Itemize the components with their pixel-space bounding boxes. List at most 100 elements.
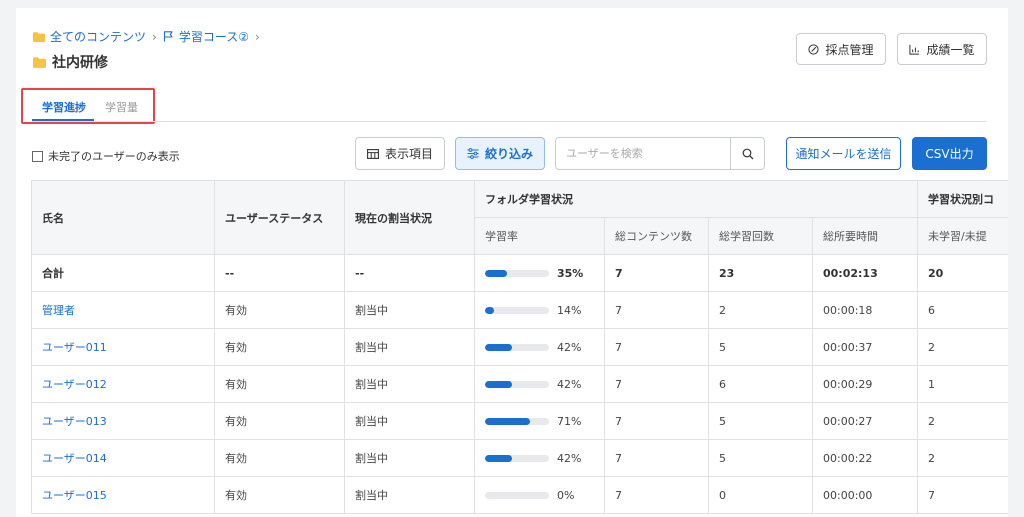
progress-bar	[485, 417, 549, 425]
incomplete-only-checkbox[interactable]	[32, 150, 43, 162]
chevron-right-icon: ›	[152, 29, 157, 44]
col-header-rate[interactable]: 学習率	[474, 217, 605, 255]
table-row: ユーザー014 有効 割当中 42% 7 5 00:00:22 2	[31, 439, 1008, 477]
search-button[interactable]	[730, 138, 764, 169]
time-cell: 00:00:00	[812, 476, 918, 514]
breadcrumb-root[interactable]: 全てのコンテンツ	[33, 28, 146, 45]
user-name-link[interactable]: ユーザー013	[42, 415, 107, 428]
unlearned-cell: 6	[917, 291, 1008, 329]
sessions-cell: 5	[708, 328, 813, 366]
unlearned-cell: 1	[917, 365, 1008, 403]
contents-cell: 7	[604, 402, 709, 440]
tabs-divider	[32, 121, 987, 122]
total-rate-cell: 35%	[474, 254, 605, 292]
col-header-user-status[interactable]: ユーザーステータス	[214, 180, 345, 255]
progress-bar-fill	[485, 380, 512, 388]
folder-icon	[33, 31, 45, 42]
user-status-cell: 有効	[214, 291, 345, 329]
sessions-cell: 0	[708, 476, 813, 514]
total-label: 合計	[31, 254, 215, 292]
user-status-cell: 有効	[214, 402, 345, 440]
user-name-cell: ユーザー015	[31, 476, 215, 514]
progress-bar	[485, 269, 549, 277]
send-notification-mail-button[interactable]: 通知メールを送信	[786, 137, 901, 170]
user-name-cell: ユーザー011	[31, 328, 215, 366]
table-row: ユーザー012 有効 割当中 42% 7 6 00:00:29 1	[31, 365, 1008, 403]
rate-value: 42%	[557, 451, 582, 465]
display-columns-label: 表示項目	[384, 147, 433, 161]
total-time: 00:02:13	[812, 254, 918, 292]
grading-icon	[808, 43, 820, 55]
filter-button[interactable]: 絞り込み	[455, 137, 545, 170]
assignment-cell: 割当中	[344, 291, 475, 329]
user-name-link[interactable]: 管理者	[42, 304, 75, 317]
user-name-cell: 管理者	[31, 291, 215, 329]
time-cell: 00:00:37	[812, 328, 918, 366]
contents-cell: 7	[604, 365, 709, 403]
user-status-cell: 有効	[214, 476, 345, 514]
progress-bar	[485, 306, 549, 314]
page-title: 社内研修	[33, 52, 108, 72]
assignment-cell: 割当中	[344, 402, 475, 440]
sessions-cell: 2	[708, 291, 813, 329]
user-name-link[interactable]: ユーザー015	[42, 489, 107, 502]
user-name-link[interactable]: ユーザー012	[42, 378, 107, 391]
progress-bar	[485, 491, 549, 499]
col-group-status-breakdown: 学習状況別コ	[917, 180, 1008, 218]
col-header-assignment[interactable]: 現在の割当状況	[344, 180, 475, 255]
rate-cell: 42%	[474, 439, 605, 477]
col-group-folder-status: フォルダ学習状況	[474, 180, 918, 218]
grading-management-label: 採点管理	[825, 42, 874, 57]
unlearned-cell: 2	[917, 328, 1008, 366]
grades-list-button[interactable]: 成績一覧	[897, 33, 987, 65]
progress-bar-fill	[485, 269, 508, 277]
assignment-cell: 割当中	[344, 439, 475, 477]
rate-value: 42%	[557, 340, 582, 354]
tab-learning-progress[interactable]: 学習進捗	[42, 99, 86, 115]
display-columns-button[interactable]: 表示項目	[355, 137, 445, 170]
col-header-name[interactable]: 氏名	[31, 180, 215, 255]
col-header-total-contents[interactable]: 総コンテンツ数	[604, 217, 709, 255]
chevron-right-icon: ›	[255, 29, 260, 44]
table-total-row: 合計 -- -- 35% 7 23 00:02:13 20	[31, 254, 1008, 292]
contents-cell: 7	[604, 439, 709, 477]
unlearned-cell: 2	[917, 402, 1008, 440]
flag-icon	[163, 31, 173, 42]
folder-icon	[33, 56, 46, 68]
csv-export-button[interactable]: CSV出力	[912, 137, 987, 170]
rate-cell: 42%	[474, 365, 605, 403]
tab-learning-volume[interactable]: 学習量	[105, 99, 138, 115]
breadcrumb-root-label: 全てのコンテンツ	[50, 30, 147, 44]
progress-table: 氏名 ユーザーステータス 現在の割当状況 フォルダ学習状況 学習状況別コ 学習率…	[31, 180, 1008, 514]
col-header-total-time[interactable]: 総所要時間	[812, 217, 918, 255]
total-status: --	[214, 254, 345, 292]
progress-bar-fill	[485, 454, 512, 462]
unlearned-cell: 2	[917, 439, 1008, 477]
col-header-unlearned[interactable]: 未学習/未提	[917, 217, 1008, 255]
incomplete-only-toggle[interactable]: 未完了のユーザーのみ表示	[32, 148, 180, 164]
assignment-cell: 割当中	[344, 328, 475, 366]
user-name-cell: ユーザー014	[31, 439, 215, 477]
incomplete-only-label: 未完了のユーザーのみ表示	[48, 150, 180, 163]
table-columns-icon	[367, 148, 379, 159]
user-search-input[interactable]	[556, 138, 730, 169]
filter-label: 絞り込み	[484, 147, 533, 161]
user-name-link[interactable]: ユーザー011	[42, 341, 107, 354]
rate-cell: 71%	[474, 402, 605, 440]
progress-table-container[interactable]: 氏名 ユーザーステータス 現在の割当状況 フォルダ学習状況 学習状況別コ 学習率…	[31, 180, 1008, 517]
table-row: 管理者 有効 割当中 14% 7 2 00:00:18 6	[31, 291, 1008, 329]
table-row: ユーザー015 有効 割当中 0% 7 0 00:00:00 7	[31, 476, 1008, 514]
col-header-total-sessions[interactable]: 総学習回数	[708, 217, 813, 255]
search-icon	[742, 148, 753, 159]
total-sessions: 23	[708, 254, 813, 292]
contents-cell: 7	[604, 328, 709, 366]
rate-value: 14%	[557, 303, 582, 317]
grading-management-button[interactable]: 採点管理	[796, 33, 886, 65]
table-header-row: 氏名 ユーザーステータス 現在の割当状況 フォルダ学習状況 学習状況別コ	[31, 180, 1008, 255]
rate-cell: 42%	[474, 328, 605, 366]
progress-bar-fill	[485, 417, 531, 425]
breadcrumb-course[interactable]: 学習コース②	[163, 28, 249, 45]
user-name-link[interactable]: ユーザー014	[42, 452, 107, 465]
grades-list-label: 成績一覧	[926, 42, 975, 57]
main-card: 全てのコンテンツ › 学習コース② › 社内研修 採点管理 成績一覧 学習進捗 …	[16, 8, 1008, 517]
